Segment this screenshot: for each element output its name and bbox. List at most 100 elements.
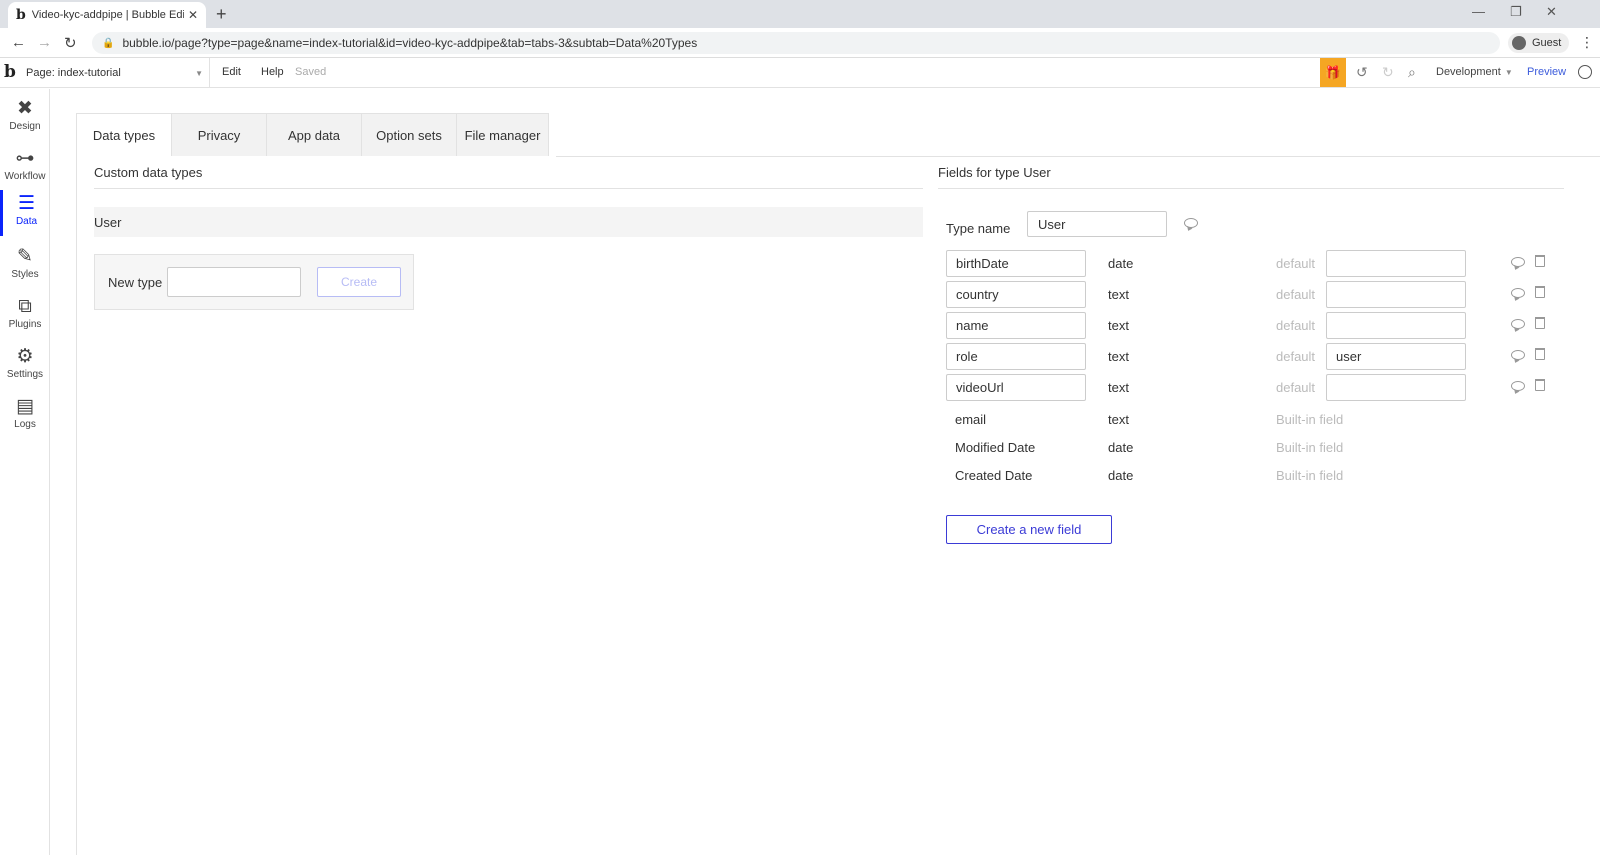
- tab-app-data[interactable]: App data: [267, 113, 362, 156]
- tab-file-manager[interactable]: File manager: [457, 113, 549, 156]
- database-icon: ☰: [17, 193, 36, 214]
- create-type-button[interactable]: Create: [317, 267, 401, 297]
- default-label: default: [1276, 287, 1316, 302]
- builtin-field-row: Created Date date Built-in field: [946, 462, 1586, 490]
- new-type-box: New type Create: [94, 254, 414, 310]
- profile-button[interactable]: Guest: [1508, 33, 1570, 53]
- page-selector-label: Page: index-tutorial: [26, 66, 121, 79]
- forward-icon[interactable]: →: [37, 34, 52, 51]
- field-type: text: [1108, 412, 1129, 427]
- bubble-logo[interactable]: b: [4, 62, 16, 82]
- search-icon[interactable]: ⌕: [1408, 64, 1416, 81]
- divider: [938, 188, 1564, 189]
- browser-toolbar: ← → ↻ 🔒 bubble.io/page?type=page&name=in…: [0, 28, 1600, 58]
- trash-icon[interactable]: [1535, 348, 1545, 360]
- comment-icon[interactable]: [1184, 218, 1198, 228]
- environment-label: Development: [1436, 66, 1501, 78]
- field-name-input[interactable]: name: [946, 312, 1086, 339]
- comment-icon[interactable]: [1511, 288, 1525, 298]
- field-row: birthDate date default: [946, 250, 1586, 278]
- sidebar-item-design[interactable]: ✖ Design: [0, 95, 50, 143]
- bubble-favicon-icon: b: [16, 7, 26, 23]
- gift-icon[interactable]: 🎁: [1320, 58, 1346, 87]
- builtin-field-row: Modified Date date Built-in field: [946, 434, 1586, 462]
- comment-icon[interactable]: [1511, 381, 1525, 391]
- profile-label: Guest: [1532, 37, 1562, 49]
- default-value-input[interactable]: [1326, 312, 1466, 339]
- default-value-input[interactable]: [1326, 281, 1466, 308]
- type-name-input[interactable]: User: [1027, 211, 1167, 237]
- restore-window-icon[interactable]: ❐: [1510, 4, 1522, 20]
- account-icon[interactable]: [1578, 65, 1592, 79]
- sidebar-item-label: Design: [9, 121, 41, 132]
- close-window-icon[interactable]: ✕: [1546, 4, 1557, 20]
- workflow-icon: ⊶: [15, 148, 35, 169]
- default-label: default: [1276, 318, 1316, 333]
- custom-data-types-title: Custom data types: [94, 165, 203, 180]
- help-menu[interactable]: Help: [261, 66, 284, 78]
- sidebar-item-plugins[interactable]: ⧉ Plugins: [0, 293, 50, 341]
- default-value-input[interactable]: [1326, 250, 1466, 277]
- close-tab-icon[interactable]: ✕: [188, 8, 198, 22]
- chevron-down-icon: ▼: [1504, 68, 1513, 77]
- redo-icon[interactable]: ↻: [1382, 64, 1394, 81]
- browser-tab[interactable]: b Video-kyc-addpipe | Bubble Edit ✕: [8, 2, 206, 28]
- data-type-label: User: [94, 214, 122, 230]
- trash-icon[interactable]: [1535, 255, 1545, 267]
- save-status: Saved: [295, 66, 327, 78]
- builtin-note: Built-in field: [1276, 412, 1344, 427]
- new-tab-button[interactable]: +: [216, 4, 227, 24]
- sidebar-item-logs[interactable]: ▤ Logs: [0, 393, 50, 441]
- sidebar-item-label: Plugins: [8, 319, 42, 330]
- sidebar-item-workflow[interactable]: ⊶ Workflow: [0, 145, 50, 193]
- preview-button[interactable]: Preview: [1527, 66, 1566, 78]
- field-name-input[interactable]: birthDate: [946, 250, 1086, 277]
- page-selector[interactable]: Page: index-tutorial ▼: [24, 58, 210, 87]
- tab-data-types[interactable]: Data types: [77, 113, 172, 156]
- tab-privacy[interactable]: Privacy: [172, 113, 267, 156]
- plug-icon: ⧉: [18, 296, 32, 317]
- field-type: date: [1108, 440, 1134, 455]
- back-icon[interactable]: ←: [11, 34, 26, 51]
- field-name-input[interactable]: videoUrl: [946, 374, 1086, 401]
- sidebar-item-data[interactable]: ☰ Data: [0, 190, 50, 236]
- chevron-down-icon: ▼: [195, 69, 203, 78]
- trash-icon[interactable]: [1535, 317, 1545, 329]
- lock-icon: 🔒: [102, 37, 115, 49]
- trash-icon[interactable]: [1535, 379, 1545, 391]
- data-panel: Data types Privacy App data Option sets …: [76, 113, 1600, 855]
- sidebar-item-settings[interactable]: ⚙ Settings: [0, 343, 50, 391]
- data-type-row[interactable]: User: [94, 207, 923, 237]
- field-name-input[interactable]: role: [946, 343, 1086, 370]
- default-value-input[interactable]: [1326, 374, 1466, 401]
- address-bar[interactable]: 🔒 bubble.io/page?type=page&name=index-tu…: [92, 32, 1500, 54]
- undo-icon[interactable]: ↺: [1356, 64, 1368, 81]
- sidebar-item-styles[interactable]: ✎ Styles: [0, 243, 50, 291]
- browser-menu-icon[interactable]: ⋮: [1580, 34, 1594, 51]
- builtin-note: Built-in field: [1276, 440, 1344, 455]
- divider: [94, 188, 923, 189]
- field-row: videoUrl text default: [946, 374, 1586, 402]
- avatar-icon: [1512, 36, 1526, 50]
- editor-sidebar: ✖ Design ⊶ Workflow ☰ Data ✎ Styles ⧉ Pl…: [0, 89, 50, 855]
- default-value-input[interactable]: user: [1326, 343, 1466, 370]
- trash-icon[interactable]: [1535, 286, 1545, 298]
- sidebar-item-label: Logs: [14, 419, 36, 430]
- builtin-note: Built-in field: [1276, 468, 1344, 483]
- fields-title: Fields for type User: [938, 165, 1051, 180]
- field-name-input[interactable]: country: [946, 281, 1086, 308]
- field-type: text: [1108, 349, 1129, 364]
- environment-selector[interactable]: Development ▼: [1436, 66, 1513, 78]
- comment-icon[interactable]: [1511, 350, 1525, 360]
- tab-option-sets[interactable]: Option sets: [362, 113, 457, 156]
- create-new-field-button[interactable]: Create a new field: [946, 515, 1112, 544]
- sidebar-item-label: Data: [15, 216, 38, 227]
- comment-icon[interactable]: [1511, 319, 1525, 329]
- edit-menu[interactable]: Edit: [222, 66, 241, 78]
- reload-icon[interactable]: ↻: [64, 34, 77, 52]
- new-type-input[interactable]: [167, 267, 301, 297]
- sidebar-item-label: Workflow: [4, 171, 46, 182]
- minimize-window-icon[interactable]: —: [1472, 4, 1485, 19]
- browser-tab-strip: b Video-kyc-addpipe | Bubble Edit ✕ + — …: [0, 0, 1600, 28]
- comment-icon[interactable]: [1511, 257, 1525, 267]
